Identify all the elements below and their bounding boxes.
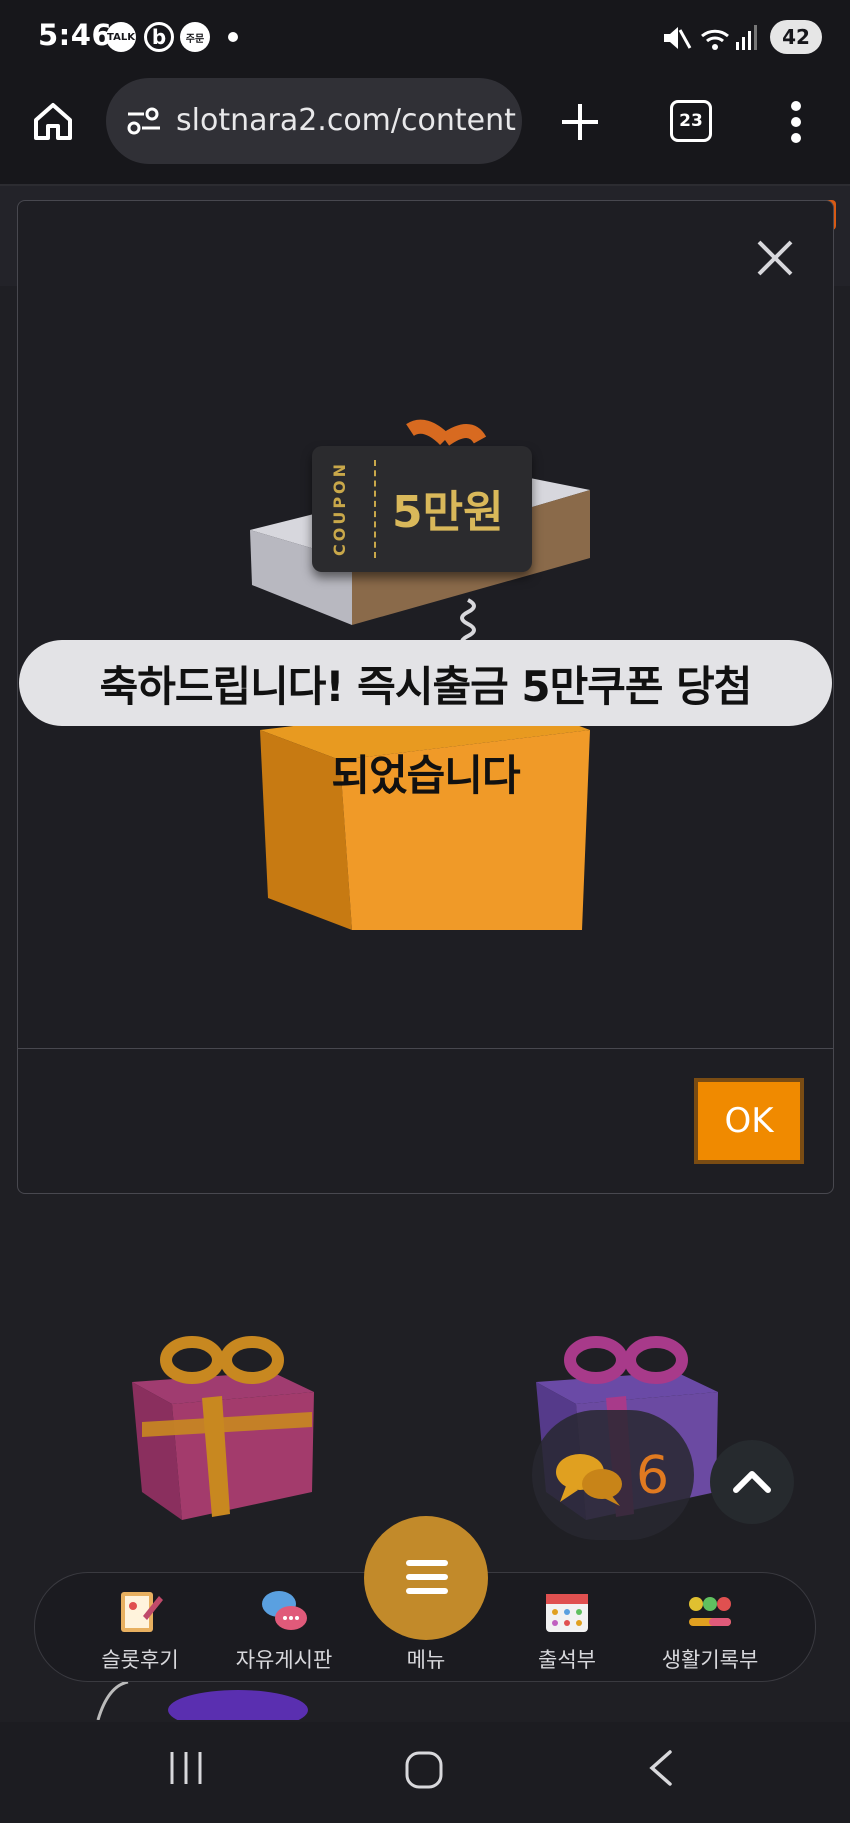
notification-dot-icon (228, 32, 238, 42)
status-time: 5:46 (38, 18, 113, 52)
coupon-ticket: COUPON 5만원 (312, 446, 532, 572)
site-settings-icon[interactable] (126, 106, 162, 136)
url-text[interactable]: slotnara2.com/content (176, 103, 516, 138)
signal-icons (664, 25, 757, 50)
nav-label: 생활기록부 (661, 1648, 759, 1672)
emoji-record-icon (689, 1597, 731, 1626)
nav-item-free-board[interactable]: 자유게시판 (214, 1586, 354, 1674)
nav-label: 자유게시판 (235, 1648, 333, 1672)
win-message-line2: 되었습니다 (331, 751, 520, 800)
address-bar[interactable]: slotnara2.com/content (106, 78, 522, 164)
close-icon[interactable] (755, 238, 795, 278)
mute-icon (664, 27, 692, 49)
home-icon[interactable] (32, 100, 74, 142)
coupon-side-text: COUPON (330, 460, 349, 556)
coupon-divider (374, 460, 376, 558)
ok-button[interactable]: OK (694, 1078, 804, 1164)
browser-toolbar: slotnara2.com/content 23 (0, 74, 850, 186)
gift-box-partial-icon (96, 1680, 308, 1720)
chat-count: 6 (636, 1446, 670, 1506)
coupon-amount: 5만원 (392, 487, 504, 538)
chevron-up-icon (733, 1471, 771, 1493)
menu-label: 메뉴 (406, 1648, 446, 1672)
chat-bubble-button[interactable] (532, 1410, 694, 1540)
menu-button[interactable] (364, 1516, 488, 1640)
scroll-top-button[interactable] (710, 1440, 794, 1524)
gift-box-pink-icon[interactable] (122, 1332, 322, 1522)
battery-level: 42 (770, 20, 822, 54)
nav-item-attendance[interactable]: 출석부 (497, 1586, 637, 1674)
modal-divider (17, 1048, 833, 1049)
new-tab-icon[interactable] (560, 102, 600, 142)
menu-icon (406, 1560, 448, 1566)
system-nav-bar (0, 1722, 850, 1823)
home-nav-icon[interactable] (404, 1750, 444, 1790)
nav-item-life-record[interactable]: 생활기록부 (640, 1586, 780, 1674)
b-app-icon: b (144, 22, 174, 52)
nav-label: 출석부 (538, 1648, 596, 1672)
wifi-icon (701, 29, 729, 50)
nav-item-slot-review[interactable]: 슬롯후기 (70, 1586, 210, 1674)
talk-icon: TALK (106, 22, 136, 52)
review-icon (121, 1592, 163, 1632)
status-bar: 5:46 TALK b 주문 42 (0, 0, 850, 74)
chat-icon (556, 1454, 622, 1506)
back-icon[interactable] (646, 1748, 676, 1788)
cell-signal-icon (736, 25, 757, 50)
tab-switcher-button[interactable]: 23 (670, 100, 712, 142)
calendar-icon (546, 1594, 588, 1632)
recent-apps-icon[interactable] (166, 1750, 206, 1786)
more-options-icon[interactable] (786, 100, 806, 144)
order-icon: 주문 (180, 22, 210, 52)
win-message-line1: 축하드립니다! 즉시출금 5만쿠폰 당첨 (99, 661, 753, 711)
nav-label: 슬롯후기 (101, 1648, 179, 1672)
chat-board-icon (262, 1591, 307, 1630)
